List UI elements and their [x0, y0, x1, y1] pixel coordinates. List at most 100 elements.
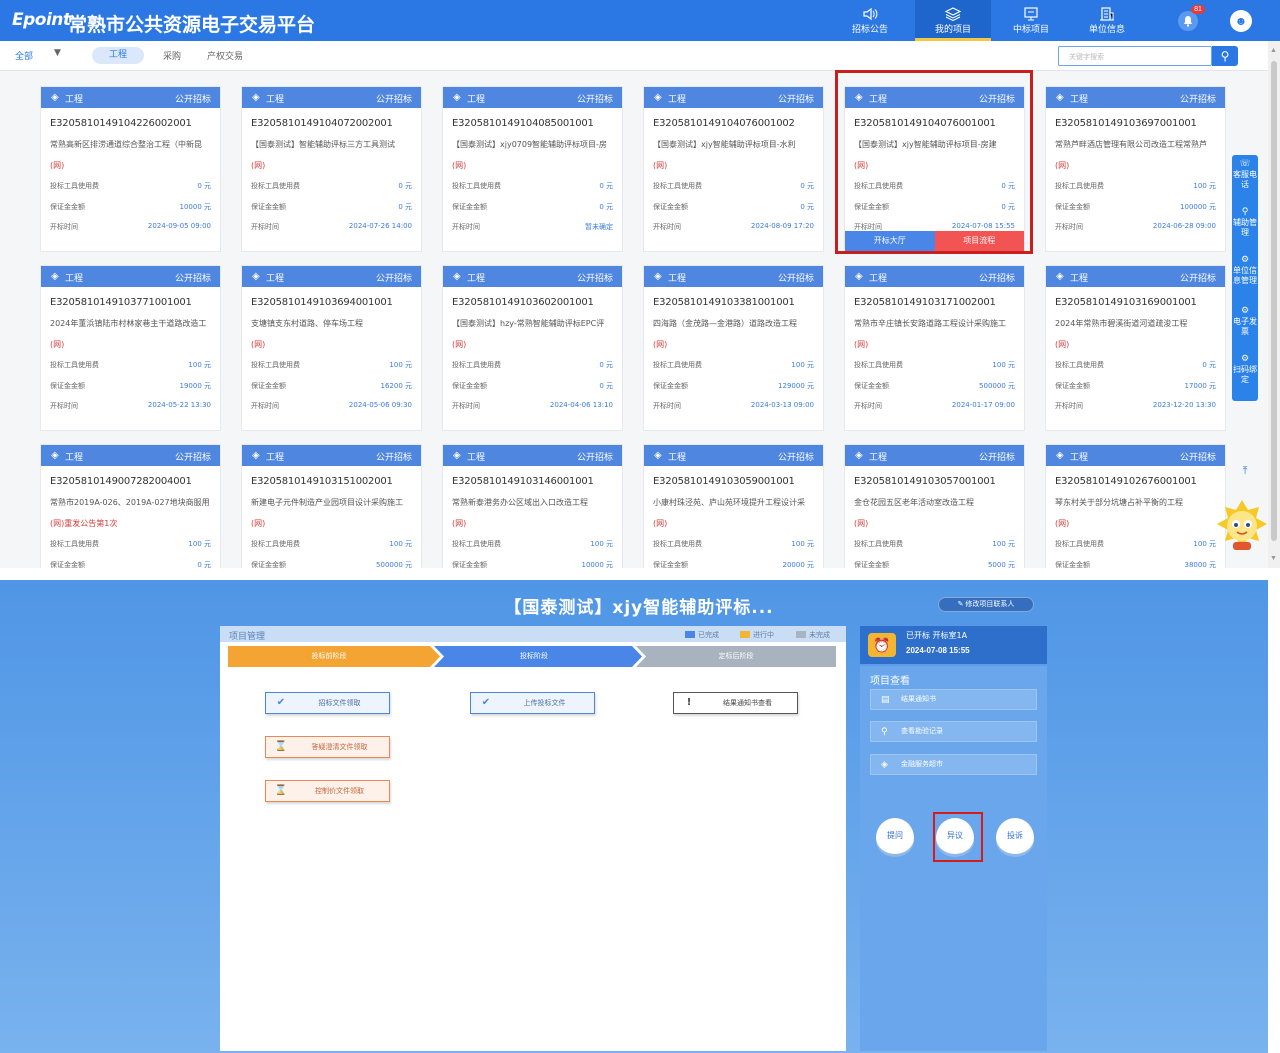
- result-notice-view-button[interactable]: ! 结果通知书查看: [673, 692, 798, 714]
- project-card[interactable]: ◈ 工程 公开招标 E3205810149103151002001 新建电子元件制造产业…: [241, 444, 422, 568]
- upload-bid-file-button[interactable]: ✔ 上传投标文件: [470, 692, 595, 714]
- project-card[interactable]: ◈ 工程 公开招标 E3205810149104072002001 【国泰测试】智能辅助…: [241, 86, 422, 252]
- bell-icon[interactable]: [1178, 11, 1198, 31]
- right-toolbar: ☏ 客服电话 ⚲ 辅助管理 ⚙ 单位信息管理 ⚙ 电子发票 ⚙ 扫码绑定: [1232, 155, 1258, 401]
- card-header: ◈ 工程 公开招标: [1046, 266, 1225, 287]
- row-label: 保证金金额: [251, 382, 286, 390]
- project-card[interactable]: ◈ 工程 公开招标 E3205810149104076001002 【国泰测试】xjy智…: [643, 86, 824, 252]
- project-card[interactable]: ◈ 工程 公开招标 E3205810149103059001001 小康村珠泾苑、庐山苑…: [643, 444, 824, 568]
- cube-icon: ◈: [453, 450, 461, 461]
- project-code: E3205810149104072002001: [251, 118, 393, 129]
- project-card[interactable]: ◈ 工程 公开招标 E3205810149103771001001 2024年董浜镇陆市…: [40, 265, 221, 431]
- project-name: 2024年常熟市碧溪街道河道疏浚工程: [1055, 319, 1188, 328]
- project-card[interactable]: ◈ 工程 公开招标 E3205810149007282004001 常熟市2019A-0…: [40, 444, 221, 568]
- project-card[interactable]: ◈ 工程 公开招标 E3205810149103146001001 常熟新泰港务办公区域…: [442, 444, 623, 568]
- project-name: 2024年董浜镇陆市村林家巷主干道路改造工: [50, 319, 207, 328]
- scroll-thumb[interactable]: [1271, 61, 1277, 541]
- view-button-label: 金融服务超市: [901, 761, 943, 768]
- sidebar-item-service-phone[interactable]: ☏ 客服电话: [1232, 159, 1258, 190]
- project-card[interactable]: ◈ 工程 公开招标 E3205810149104085001001 【国泰测试】xjy0…: [442, 86, 623, 252]
- page-scrollbar[interactable]: ▲ ▼: [1268, 41, 1280, 568]
- project-card[interactable]: ◈ 工程 公开招标 E3205810149103694001001 支塘镇支东村道路、停…: [241, 265, 422, 431]
- nav-won-projects[interactable]: 中标项目: [993, 0, 1069, 41]
- project-card[interactable]: ◈ 工程 公开招标 E3205810149103381001001 四海路（金茂路—金港…: [643, 265, 824, 431]
- search-button[interactable]: ⚲: [1212, 46, 1238, 66]
- project-card[interactable]: ◈ 工程 公开招标 E3205810149102676001001 琴东村关于部分坑塘占…: [1045, 444, 1226, 568]
- complaint-button[interactable]: 投诉: [996, 818, 1034, 854]
- project-card[interactable]: ◈ 工程 公开招标 E3205810149103057001001 金仓花园五区老年活动…: [844, 444, 1025, 568]
- row-label: 保证金金额: [50, 561, 85, 568]
- tender-file-button[interactable]: ✔ 招标文件领取: [265, 692, 390, 714]
- scope-select[interactable]: 全部: [15, 49, 33, 62]
- tool-fee-row: 投标工具使用费 100 元: [1055, 181, 1216, 191]
- tool-fee-row: 投标工具使用费 0 元: [653, 181, 814, 191]
- project-code: E3205810149104226002001: [50, 118, 192, 129]
- mascot-icon[interactable]: [1215, 498, 1269, 554]
- tab-engineering[interactable]: 工程: [92, 47, 144, 64]
- sidebar-item-assist[interactable]: ⚲ 辅助管理: [1232, 207, 1258, 238]
- project-name: 金仓花园五区老年活动室改造工程: [854, 498, 974, 507]
- nav-unit-info[interactable]: 单位信息: [1069, 0, 1145, 41]
- building-icon: [1100, 7, 1114, 21]
- document-icon: ▤: [881, 694, 890, 704]
- bid-status: ⏰ 已开标 开标室1A 2024-07-08 15:55: [860, 626, 1047, 664]
- search-input[interactable]: 关键字搜索: [1058, 46, 1212, 66]
- finance-market-button[interactable]: ◈ 金融服务超市: [870, 754, 1037, 775]
- row-value: 100000 元: [1180, 203, 1216, 211]
- project-name: 常熟芦畔酒店管理有限公司改造工程常熟芦: [1055, 140, 1207, 149]
- inspection-record-button[interactable]: ⚲ 查看勘验记录: [870, 721, 1037, 742]
- ask-question-button[interactable]: 提问: [876, 818, 914, 854]
- card-header: ◈ 工程 公开招标: [1046, 445, 1225, 466]
- status-room: 已开标 开标室1A: [906, 631, 968, 640]
- scroll-up-icon[interactable]: ▲: [1270, 47, 1277, 54]
- control-price-file-button[interactable]: ⌛ 控制价文件领取: [265, 780, 390, 802]
- row-label: 保证金金额: [854, 561, 889, 568]
- sidebar-item-invoice[interactable]: ⚙ 电子发票: [1232, 306, 1258, 337]
- project-card[interactable]: ◈ 工程 公开招标 E3205810149103697001001 常熟芦畔酒店管理有限…: [1045, 86, 1226, 252]
- task-label: 控制价文件领取: [315, 787, 364, 795]
- card-type: 公开招标: [777, 453, 814, 463]
- sidebar-item-unit-info[interactable]: ⚙ 单位信息管理: [1232, 255, 1258, 286]
- project-name: 常熟高新区排涝通道综合整治工程（中新昆: [50, 140, 202, 149]
- project-card[interactable]: ◈ 工程 公开招标 E3205810149103169001001 2024年常熟市碧溪…: [1045, 265, 1226, 431]
- project-list-screen: Epoint 常熟市公共资源电子交易平台 招标公告 我的项目 中标项目 单位信息…: [0, 0, 1280, 568]
- project-title: 【国泰测试】xjy智能辅助评标...: [504, 598, 774, 618]
- project-card[interactable]: ◈ 工程 公开招标 E3205810149103171002001 常熟市辛庄镇长安路道…: [844, 265, 1025, 431]
- chevron-down-icon[interactable]: ▼: [54, 48, 61, 58]
- deposit-row: 保证金金额 0 元: [50, 560, 211, 568]
- project-name: 小康村珠泾苑、庐山苑环境提升工程设计采: [653, 498, 805, 507]
- tab-procurement[interactable]: 采购: [163, 49, 181, 62]
- row-label: 开标时间: [653, 223, 681, 231]
- project-name: 常熟市2019A-026、2019A-027地块商服用: [50, 498, 210, 507]
- row-label: 开标时间: [251, 402, 279, 410]
- cube-icon: ◈: [252, 92, 260, 103]
- legend-label: 已完成: [698, 632, 719, 639]
- row-value: 16200 元: [380, 382, 413, 390]
- avatar[interactable]: ☻: [1230, 10, 1252, 32]
- project-card[interactable]: ◈ 工程 公开招标 E3205810149104226002001 常熟高新区排涝通道综…: [40, 86, 221, 252]
- gear-icon: ⚙: [1240, 306, 1250, 316]
- tab-property-trade[interactable]: 产权交易: [207, 49, 243, 62]
- sidebar-item-qr-bind[interactable]: ⚙ 扫码绑定: [1232, 354, 1258, 385]
- shield-icon: ◈: [881, 759, 888, 769]
- nav-tender-notice[interactable]: 招标公告: [832, 0, 908, 41]
- card-header: ◈ 工程 公开招标: [242, 266, 421, 287]
- deposit-row: 保证金金额 20000 元: [653, 560, 814, 568]
- tool-fee-row: 投标工具使用费 0 元: [452, 360, 613, 370]
- project-card[interactable]: ◈ 工程 公开招标 E3205810149103602001001 【国泰测试】hzy-…: [442, 265, 623, 431]
- card-category: 工程: [668, 274, 687, 284]
- nav-my-projects[interactable]: 我的项目: [915, 0, 991, 41]
- edit-contact-button[interactable]: ✎ 修改项目联系人: [938, 597, 1034, 612]
- stage-label: 投标前阶段: [311, 652, 347, 660]
- result-notice-button[interactable]: ▤ 结果通知书: [870, 689, 1037, 710]
- edit-contact-label: 修改项目联系人: [965, 601, 1015, 608]
- clarification-file-button[interactable]: ⌛ 答疑澄清文件领取: [265, 736, 390, 758]
- back-to-top-icon[interactable]: ⤒: [1236, 465, 1254, 483]
- row-value: 100 元: [1193, 540, 1216, 548]
- card-type: 公开招标: [978, 274, 1015, 284]
- scroll-down-icon[interactable]: ▼: [1270, 555, 1277, 562]
- open-time-row: 开标时间 2024-01-17 09:00: [854, 401, 1015, 411]
- card-type: 公开招标: [1179, 95, 1216, 105]
- online-tag: (网): [1055, 340, 1070, 349]
- card-header: ◈ 工程 公开招标: [644, 445, 823, 466]
